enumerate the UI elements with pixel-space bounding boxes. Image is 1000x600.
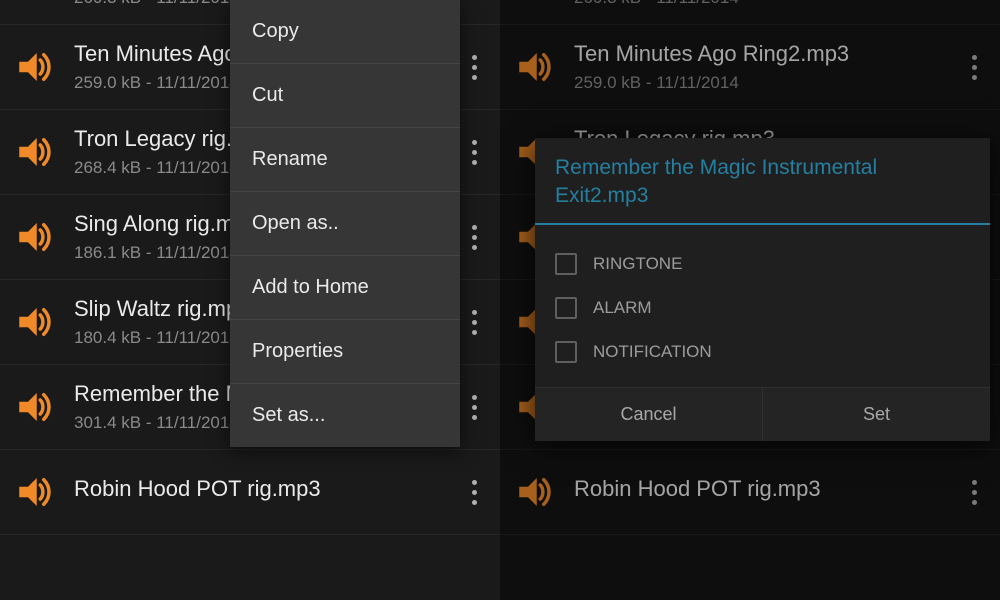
dialog-option-label: ALARM: [593, 298, 652, 318]
speaker-icon: [14, 46, 56, 88]
file-text: Star_Wars_Ice_Cream_Truck_1…260.3 kB - 1…: [574, 0, 960, 8]
file-row[interactable]: Robin Hood POT rig.mp3: [500, 450, 1000, 535]
speaker-icon: [14, 131, 56, 173]
speaker-icon: [514, 471, 556, 513]
speaker-icon: [14, 301, 56, 343]
context-menu-item-cut[interactable]: Cut: [230, 64, 460, 128]
speaker-icon: [514, 0, 556, 3]
overflow-icon[interactable]: [460, 55, 488, 80]
speaker-icon: [514, 46, 556, 88]
checkbox-icon[interactable]: [555, 341, 577, 363]
overflow-icon[interactable]: [960, 55, 988, 80]
file-meta: 259.0 kB - 11/11/2014: [574, 73, 960, 93]
context-menu-item-set-as[interactable]: Set as...: [230, 384, 460, 447]
file-text: Robin Hood POT rig.mp3: [74, 476, 460, 508]
file-title: Robin Hood POT rig.mp3: [574, 476, 960, 502]
checkbox-icon[interactable]: [555, 253, 577, 275]
context-menu-item-add-to-home[interactable]: Add to Home: [230, 256, 460, 320]
pane-right: Star_Wars_Ice_Cream_Truck_1…260.3 kB - 1…: [500, 0, 1000, 600]
context-menu: CopyCutRenameOpen as..Add to HomePropert…: [230, 0, 460, 447]
overflow-icon[interactable]: [960, 480, 988, 505]
file-row[interactable]: Ten Minutes Ago Ring2.mp3 259.0 kB - 11/1…: [500, 25, 1000, 110]
context-menu-item-properties[interactable]: Properties: [230, 320, 460, 384]
dialog-body: RINGTONE ALARM NOTIFICATION: [535, 225, 990, 387]
context-menu-item-open-as[interactable]: Open as..: [230, 192, 460, 256]
file-title: Ten Minutes Ago Ring2.mp3: [574, 41, 960, 67]
speaker-icon: [14, 0, 56, 3]
context-menu-item-rename[interactable]: Rename: [230, 128, 460, 192]
dialog-option-label: RINGTONE: [593, 254, 682, 274]
overflow-icon[interactable]: [460, 310, 488, 335]
file-text: Robin Hood POT rig.mp3: [574, 476, 960, 508]
set-as-dialog: Remember the Magic Instrumental Exit2.mp…: [535, 138, 990, 441]
checkbox-icon[interactable]: [555, 297, 577, 319]
pane-left: Star_Wars_Ice_Cream_Truck_1…260.3 kB - 1…: [0, 0, 500, 600]
speaker-icon: [14, 386, 56, 428]
overflow-icon[interactable]: [460, 480, 488, 505]
file-title: Robin Hood POT rig.mp3: [74, 476, 460, 502]
overflow-icon[interactable]: [460, 140, 488, 165]
set-button[interactable]: Set: [762, 388, 990, 441]
dialog-option-notification[interactable]: NOTIFICATION: [555, 333, 970, 377]
dialog-title: Remember the Magic Instrumental Exit2.mp…: [535, 154, 990, 223]
dialog-actions: Cancel Set: [535, 387, 990, 441]
overflow-icon[interactable]: [460, 225, 488, 250]
speaker-icon: [14, 216, 56, 258]
context-menu-item-copy[interactable]: Copy: [230, 0, 460, 64]
file-text: Ten Minutes Ago Ring2.mp3 259.0 kB - 11/1…: [574, 41, 960, 93]
dialog-option-alarm[interactable]: ALARM: [555, 289, 970, 333]
dialog-option-label: NOTIFICATION: [593, 342, 712, 362]
speaker-icon: [14, 471, 56, 513]
file-meta: 260.3 kB - 11/11/2014: [574, 0, 960, 8]
overflow-icon[interactable]: [460, 395, 488, 420]
dialog-option-ringtone[interactable]: RINGTONE: [555, 245, 970, 289]
cancel-button[interactable]: Cancel: [535, 388, 762, 441]
file-row[interactable]: Robin Hood POT rig.mp3: [0, 450, 500, 535]
file-row[interactable]: Star_Wars_Ice_Cream_Truck_1…260.3 kB - 1…: [500, 0, 1000, 25]
